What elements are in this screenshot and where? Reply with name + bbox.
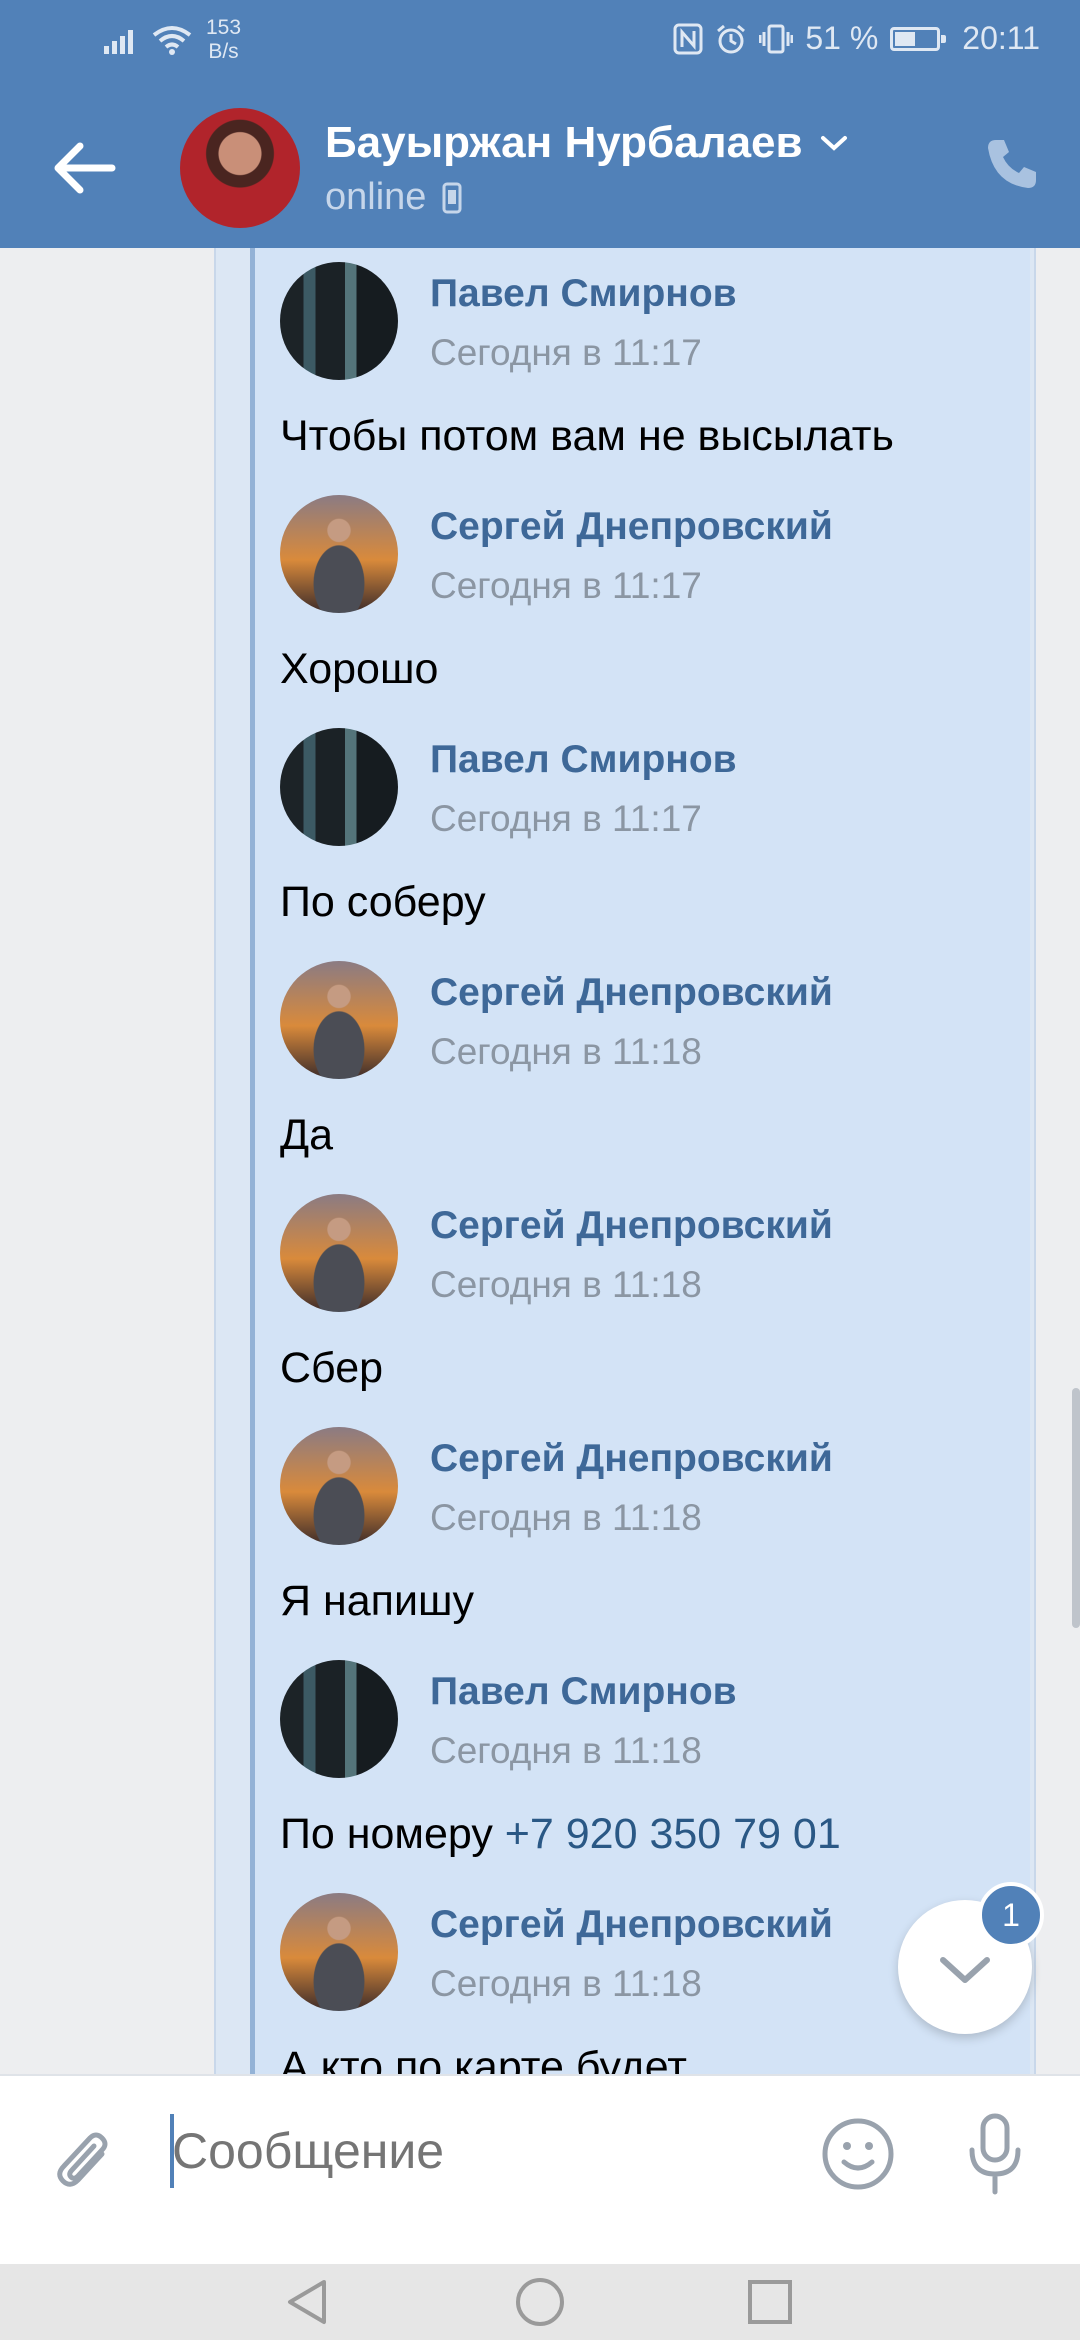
message-text: По соберу — [280, 878, 486, 927]
author-avatar[interactable] — [280, 1427, 398, 1545]
message-time: Сегодня в 11:18 — [430, 1264, 702, 1305]
author-avatar[interactable] — [280, 495, 398, 613]
chevron-down-icon — [820, 136, 847, 151]
nav-home-icon[interactable] — [512, 2274, 568, 2330]
vibrate-icon — [759, 24, 794, 53]
message-time: Сегодня в 11:17 — [430, 565, 702, 606]
message-text-body: А кто по карте будет — [280, 2043, 687, 2074]
message-text-body: Я напишу — [280, 1577, 474, 1625]
scrollbar[interactable] — [1072, 1388, 1080, 1628]
author-name[interactable]: Павел Смирнов — [430, 272, 737, 316]
message-text: А кто по карте будет — [280, 2043, 687, 2074]
message-time: Сегодня в 11:18 — [430, 1497, 702, 1538]
contact-avatar[interactable] — [180, 108, 300, 228]
nav-recents-icon[interactable] — [742, 2274, 798, 2330]
system-nav-bar — [0, 2264, 1080, 2340]
network-speed: 153 B/s — [206, 16, 241, 64]
author-avatar[interactable] — [280, 262, 398, 380]
battery-percent: 51 % — [805, 20, 879, 56]
battery-icon — [890, 26, 947, 51]
message-time: Сегодня в 11:17 — [430, 332, 702, 373]
author-name[interactable]: Сергей Днепровский — [430, 1437, 833, 1481]
signal-icon — [104, 30, 133, 54]
message-text: Хорошо — [280, 645, 438, 694]
clock: 20:11 — [962, 20, 1040, 56]
author-name[interactable]: Сергей Днепровский — [430, 1903, 833, 1947]
unread-badge: 1 — [978, 1882, 1044, 1948]
phone-link[interactable]: +7 920 350 79 01 — [505, 1810, 841, 1858]
author-name[interactable]: Павел Смирнов — [430, 1670, 737, 1714]
contact-name-text: Бауыржан Нурбалаев — [325, 118, 803, 167]
online-status-text: online — [325, 176, 427, 218]
message-text-body: Сбер — [280, 1344, 384, 1392]
message-time: Сегодня в 11:18 — [430, 1963, 702, 2004]
wifi-icon — [152, 26, 192, 55]
author-avatar[interactable] — [280, 1194, 398, 1312]
network-speed-unit: B/s — [208, 40, 239, 63]
message-text-body: Да — [280, 1111, 334, 1159]
message-input[interactable] — [170, 2116, 792, 2186]
microphone-icon[interactable] — [960, 2110, 1030, 2200]
phone-icon[interactable] — [982, 134, 1042, 194]
network-speed-value: 153 — [206, 16, 242, 39]
message-time: Сегодня в 11:18 — [430, 1031, 702, 1072]
author-avatar[interactable] — [280, 728, 398, 846]
message-text: Да — [280, 1111, 333, 1160]
message-time: Сегодня в 11:17 — [430, 798, 702, 839]
status-bar: 153 B/s 51 % 20:11 — [0, 0, 1080, 80]
message-text-body: Чтобы потом вам не высылать — [280, 412, 894, 460]
author-name[interactable]: Павел Смирнов — [430, 738, 737, 782]
status-left: 153 B/s — [104, 16, 241, 64]
message-time: Сегодня в 11:18 — [430, 1730, 702, 1771]
author-name[interactable]: Сергей Днепровский — [430, 505, 833, 549]
composer — [0, 2074, 1080, 2266]
status-right: 51 % 20:11 — [673, 20, 1040, 57]
contact-name[interactable]: Бауыржан Нурбалаев — [325, 118, 849, 168]
back-arrow-icon[interactable] — [50, 138, 120, 198]
message-text: Я напишу — [280, 1577, 474, 1626]
mobile-icon — [442, 182, 462, 213]
author-avatar[interactable] — [280, 961, 398, 1079]
author-avatar[interactable] — [280, 1893, 398, 2011]
top-bar: 153 B/s 51 % 20:11 Бауыржан Нурбалаев on… — [0, 0, 1080, 248]
attach-icon[interactable] — [50, 2124, 120, 2204]
message-text: Чтобы потом вам не высылать — [280, 412, 894, 461]
author-name[interactable]: Сергей Днепровский — [430, 1204, 833, 1248]
contact-status: online — [325, 176, 462, 219]
nav-back-icon[interactable] — [280, 2274, 336, 2330]
author-avatar[interactable] — [280, 1660, 398, 1778]
alarm-icon — [717, 24, 746, 53]
author-name[interactable]: Сергей Днепровский — [430, 971, 833, 1015]
message-text: По номеру +7 920 350 79 01 — [280, 1810, 841, 1859]
message-text: Сбер — [280, 1344, 383, 1393]
emoji-icon[interactable] — [820, 2116, 896, 2192]
message-text-body: По номеру — [280, 1810, 505, 1858]
message-text-body: Хорошо — [280, 645, 439, 693]
chat-area[interactable]: Павел Смирнов Сегодня в 11:17 Чтобы потом … — [0, 248, 1080, 2074]
nfc-icon — [673, 23, 703, 54]
message-text-body: По соберу — [280, 878, 486, 926]
